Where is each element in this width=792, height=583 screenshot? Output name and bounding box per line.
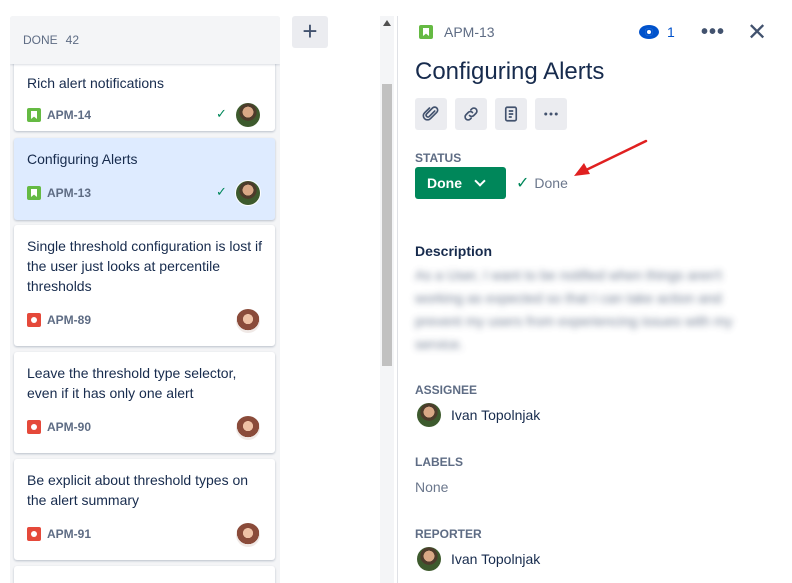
panel-divider	[397, 16, 398, 583]
more-icon	[544, 112, 558, 116]
reporter-label: REPORTER	[415, 527, 482, 541]
link-issue-button[interactable]	[455, 98, 487, 130]
story-icon	[419, 25, 433, 39]
issue-key[interactable]: APM-13	[419, 22, 495, 42]
scrollbar-thumb[interactable]	[382, 84, 392, 366]
reporter-avatar	[417, 547, 441, 571]
issue-toolbar	[415, 98, 567, 130]
watch-button[interactable]: 1	[639, 22, 675, 42]
confluence-page-button[interactable]	[495, 98, 527, 130]
card-key[interactable]: APM-91	[47, 527, 91, 541]
assignee-field[interactable]: Ivan Topolnjak	[417, 403, 540, 427]
attach-button[interactable]	[415, 98, 447, 130]
card-key[interactable]: APM-89	[47, 313, 91, 327]
assignee-name: Ivan Topolnjak	[451, 407, 541, 423]
card-key[interactable]: APM-14	[47, 108, 91, 122]
card-title: Be explicit about threshold types on the…	[27, 472, 249, 508]
assignee-label: ASSIGNEE	[415, 383, 478, 397]
card-apm-13[interactable]: Configuring Alerts APM-13 ✓	[14, 138, 275, 220]
resolution: ✓ Done	[516, 173, 568, 193]
column-count: 42	[65, 33, 80, 47]
issue-title[interactable]: Configuring Alerts	[415, 58, 604, 86]
assignee-avatar	[236, 416, 260, 440]
link-icon	[464, 107, 478, 121]
labels-label: LABELS	[415, 455, 463, 469]
card-meta: APM-13	[27, 183, 91, 203]
paperclip-icon	[422, 106, 439, 121]
card-meta: APM-89	[27, 310, 91, 330]
story-icon	[27, 108, 41, 122]
card-meta: APM-91	[27, 524, 91, 544]
assignee-avatar	[236, 103, 260, 127]
column-header[interactable]: DONE 42	[10, 16, 280, 64]
story-icon	[27, 186, 41, 200]
card-title: Single threshold configuration is lost i…	[27, 238, 263, 294]
card-meta: APM-14	[27, 105, 91, 125]
card-apm-89[interactable]: Single threshold configuration is lost i…	[14, 225, 275, 346]
bug-icon	[27, 420, 41, 434]
description-label: Description	[415, 243, 493, 259]
bug-icon	[27, 527, 41, 541]
plus-icon: +	[302, 16, 318, 46]
scroll-up-arrow-icon[interactable]	[383, 20, 391, 26]
card-apm-91[interactable]: Be explicit about threshold types on the…	[14, 459, 275, 560]
add-column-button[interactable]: +	[292, 16, 328, 48]
reporter-name: Ivan Topolnjak	[451, 551, 541, 567]
card-title: Configuring Alerts	[27, 151, 138, 167]
card-title: Leave the threshold type selector, even …	[27, 365, 237, 401]
labels-field[interactable]: None	[415, 479, 448, 495]
card-title: Rich alert notifications	[27, 75, 164, 91]
done-check-icon: ✓	[216, 184, 227, 199]
assignee-avatar	[236, 309, 260, 333]
watch-count: 1	[667, 24, 675, 40]
close-icon: ✕	[746, 18, 768, 46]
bug-icon	[27, 313, 41, 327]
card-meta: APM-90	[27, 417, 91, 437]
more-actions-button[interactable]: •••	[700, 20, 726, 44]
assignee-avatar	[417, 403, 441, 427]
status-label: STATUS	[415, 151, 462, 165]
ellipsis-icon: •••	[700, 20, 725, 43]
description-text[interactable]: As a User, I want to be notified when th…	[415, 264, 745, 356]
page-icon	[504, 106, 518, 122]
assignee-avatar	[236, 181, 260, 205]
check-icon: ✓	[516, 175, 530, 192]
eye-icon	[639, 25, 659, 39]
issue-key-text[interactable]: APM-13	[444, 24, 495, 40]
status-value: Done	[427, 175, 462, 191]
scrollbar[interactable]	[380, 16, 394, 583]
reporter-field[interactable]: Ivan Topolnjak	[417, 547, 540, 571]
resolution-value: Done	[534, 175, 568, 191]
assignee-avatar	[236, 523, 260, 547]
done-check-icon: ✓	[216, 106, 227, 121]
close-button[interactable]: ✕	[745, 18, 769, 46]
status-dropdown[interactable]: Done	[415, 167, 506, 199]
annotation-arrow	[574, 139, 648, 176]
card-partial[interactable]	[14, 566, 275, 583]
card-key[interactable]: APM-13	[47, 186, 91, 200]
column-title: DONE	[23, 33, 58, 47]
chevron-down-icon	[474, 175, 486, 187]
more-toolbar-button[interactable]	[535, 98, 567, 130]
card-key[interactable]: APM-90	[47, 420, 91, 434]
done-column: DONE 42 Rich alert notifications APM-14 …	[10, 16, 280, 583]
card-apm-90[interactable]: Leave the threshold type selector, even …	[14, 352, 275, 453]
